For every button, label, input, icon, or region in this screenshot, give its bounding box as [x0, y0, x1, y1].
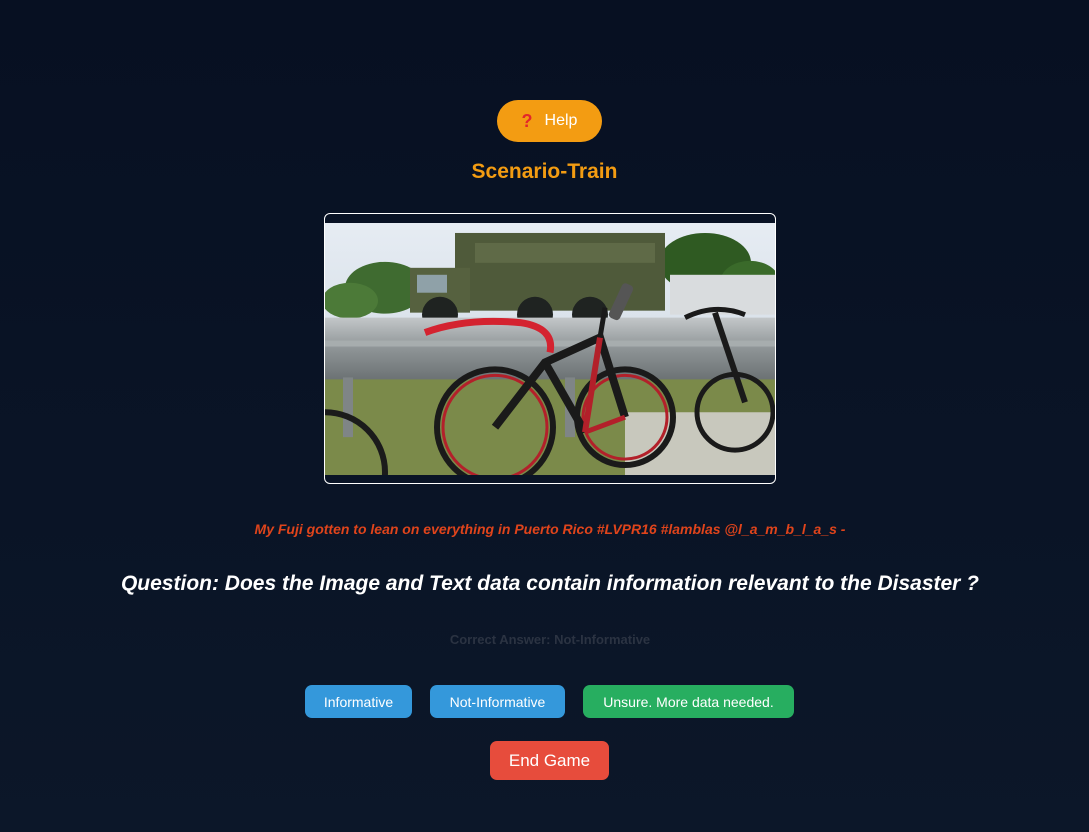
page-title: Scenario-Train [471, 160, 618, 183]
game-page: ? Help Scenario-Train My Fuji gotten to … [0, 0, 1089, 832]
informative-button[interactable]: Informative [305, 685, 412, 718]
question-text: Question: Does the Image and Text data c… [120, 572, 980, 595]
tweet-text: My Fuji gotten to lean on everything in … [254, 521, 846, 537]
help-button[interactable]: ? Help [497, 100, 602, 142]
scenario-image [325, 223, 775, 475]
scenario-image-frame [324, 213, 776, 484]
question-mark-icon: ? [521, 111, 533, 131]
end-game-button[interactable]: End Game [490, 741, 609, 780]
not-informative-button[interactable]: Not-Informative [430, 685, 565, 718]
unsure-button[interactable]: Unsure. More data needed. [583, 685, 794, 718]
help-label: Help [544, 112, 578, 129]
correct-answer-text: Correct Answer: Not-Informative [449, 632, 651, 647]
